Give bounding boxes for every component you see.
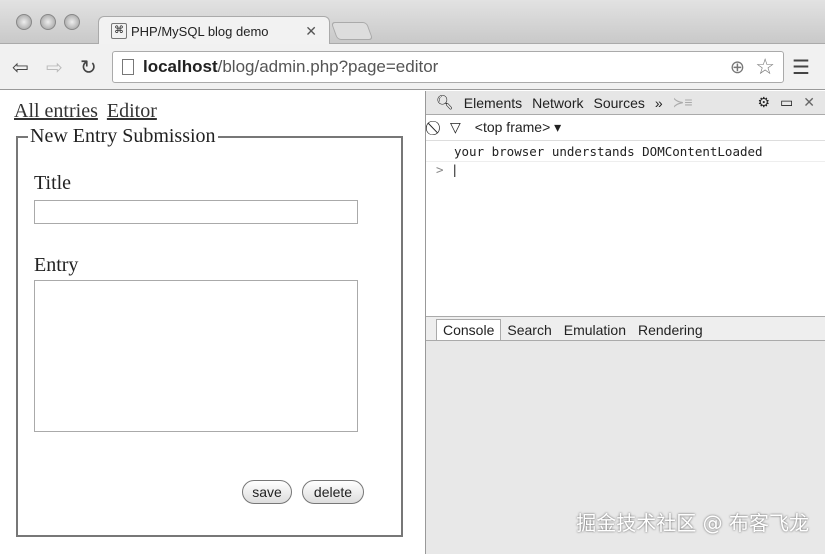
minimize-window-button[interactable]	[40, 14, 56, 30]
drawer-toggle-icon[interactable]: ≻≡	[673, 94, 693, 111]
title-input[interactable]	[34, 200, 358, 224]
watermark: 掘金技术社区 @ 布客飞龙	[576, 511, 809, 535]
reload-icon[interactable]: ↻	[80, 55, 97, 80]
prompt-icon: >	[436, 162, 444, 177]
url-host: localhost	[143, 57, 218, 76]
entry-textarea[interactable]	[34, 280, 358, 432]
console-log-line: your browser understands DOMContentLoade…	[426, 141, 825, 162]
menu-icon[interactable]: ☰	[792, 55, 810, 80]
form-legend: New Entry Submission	[30, 125, 216, 147]
devtools-panel: 🔍︎ Elements Network Sources » ≻≡ ⚙ ▭ ✕ ⃠…	[425, 91, 825, 554]
delete-button[interactable]: delete	[302, 480, 364, 504]
new-tab-button[interactable]	[330, 22, 374, 40]
tab-title: PHP/MySQL blog demo	[131, 23, 269, 39]
tab-elements[interactable]: Elements	[464, 95, 522, 111]
save-button[interactable]: save	[242, 480, 292, 504]
gear-icon[interactable]: ⚙	[757, 94, 770, 111]
browser-tab[interactable]: ⌘ PHP/MySQL blog demo ✕	[98, 16, 330, 45]
address-bar[interactable]: localhost/blog/admin.php?page=editor ⊕ ☆	[112, 51, 784, 83]
dock-icon[interactable]: ▭	[780, 94, 793, 111]
console-prompt[interactable]: > |	[426, 162, 825, 177]
drawer-tab-rendering[interactable]: Rendering	[632, 320, 709, 340]
star-icon[interactable]: ☆	[755, 54, 775, 80]
drawer-tabs: Console Search Emulation Rendering	[426, 317, 825, 341]
entry-label: Entry	[34, 254, 79, 276]
drawer-tab-search[interactable]: Search	[501, 320, 557, 340]
more-tabs-button[interactable]: »	[655, 95, 663, 111]
devtools-tabs: 🔍︎ Elements Network Sources » ≻≡ ⚙ ▭ ✕	[426, 91, 825, 115]
tab-sources[interactable]: Sources	[594, 95, 645, 111]
zoom-window-button[interactable]	[64, 14, 80, 30]
tab-network[interactable]: Network	[532, 95, 583, 111]
forward-icon[interactable]: ⇨	[46, 55, 63, 80]
close-tab-icon[interactable]: ✕	[305, 23, 317, 40]
filter-icon[interactable]: ▽	[450, 119, 461, 136]
browser-toolbar: ⇦ ⇨ ↻ localhost/blog/admin.php?page=edit…	[0, 44, 825, 90]
editor-link[interactable]: Editor	[107, 100, 157, 122]
frame-label: <top frame>	[474, 119, 551, 135]
back-icon[interactable]: ⇦	[12, 55, 29, 80]
page-content: All entries Editor New Entry Submission …	[0, 91, 425, 554]
all-entries-link[interactable]: All entries	[14, 100, 98, 122]
console-toolbar: ⃠ ▽ <top frame> ▾	[426, 115, 825, 141]
favicon-icon: ⌘	[111, 23, 127, 39]
frame-selector[interactable]: <top frame> ▾	[475, 119, 561, 136]
nav-links: All entries Editor	[14, 100, 161, 123]
title-label: Title	[34, 172, 72, 194]
url-path: /blog/admin.php?page=editor	[217, 57, 439, 76]
search-icon[interactable]: 🔍︎	[436, 94, 454, 111]
close-window-button[interactable]	[16, 14, 32, 30]
drawer-tab-emulation[interactable]: Emulation	[558, 320, 632, 340]
drawer-tab-console[interactable]: Console	[436, 319, 502, 340]
zoom-icon[interactable]: ⊕	[730, 57, 745, 78]
close-icon[interactable]: ✕	[803, 94, 815, 111]
page-icon	[122, 59, 134, 75]
title-bar: ⌘ PHP/MySQL blog demo ✕	[0, 0, 825, 45]
new-entry-form: New Entry Submission Title Entry save de…	[16, 125, 403, 537]
